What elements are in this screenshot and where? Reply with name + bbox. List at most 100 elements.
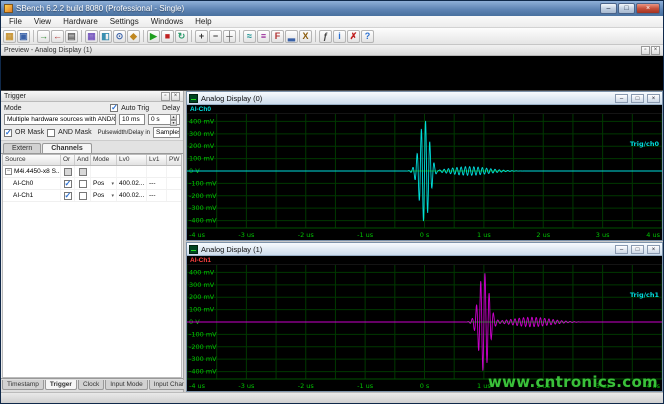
tab-extern[interactable]: Extern: [3, 143, 41, 153]
tab-timestamp[interactable]: Timestamp: [2, 380, 44, 390]
trigger-mode-select[interactable]: Multiple hardware sources with AND/OR ▾: [4, 114, 116, 125]
save-project-icon[interactable]: ▣: [17, 30, 30, 43]
menu-windows[interactable]: Windows: [145, 17, 189, 26]
col-pw[interactable]: PW: [167, 155, 181, 165]
and-mask-label: AND Mask: [58, 129, 91, 136]
plot-area-ch0[interactable]: 400 mV300 mV200 mV100 mV0 V-100 mV-200 m…: [187, 114, 662, 240]
col-mode[interactable]: Mode: [91, 155, 117, 165]
col-lv1[interactable]: Lv1: [147, 155, 167, 165]
spin-down-icon[interactable]: ▾: [170, 120, 177, 126]
and-checkbox[interactable]: [79, 192, 87, 200]
and-mask-checkbox[interactable]: [47, 129, 55, 137]
group-and-checkbox[interactable]: [79, 168, 87, 176]
analog-display-icon[interactable]: ≈: [243, 30, 256, 43]
delay-field[interactable]: 0 s ▴ ▾: [148, 114, 180, 125]
channel-label[interactable]: AI-Ch0: [190, 106, 211, 113]
pulsewidth-label: Pulsewidth/Delay in: [98, 130, 150, 136]
svg-text:-200 mV: -200 mV: [189, 343, 217, 351]
channel-label[interactable]: AI-Ch1: [190, 257, 211, 264]
stop-acquisition-icon[interactable]: ■: [161, 30, 174, 43]
display-close-button[interactable]: ×: [647, 94, 660, 103]
zoom-in-icon[interactable]: +: [195, 30, 208, 43]
tab-input-mode[interactable]: Input Mode: [105, 380, 148, 390]
display-close-button[interactable]: ×: [647, 245, 660, 254]
restart-acquisition-icon[interactable]: ↻: [175, 30, 188, 43]
export-data-icon[interactable]: ←: [51, 30, 64, 43]
menu-hardware[interactable]: Hardware: [57, 17, 104, 26]
function-calc-icon[interactable]: ƒ: [319, 30, 332, 43]
display-minimize-button[interactable]: –: [615, 245, 628, 254]
start-acquisition-icon[interactable]: ▶: [147, 30, 160, 43]
zoom-out-icon[interactable]: −: [209, 30, 222, 43]
tab-channels[interactable]: Channels: [42, 143, 92, 153]
info-icon[interactable]: i: [333, 30, 346, 43]
or-checkbox[interactable]: [64, 180, 72, 188]
auto-trig-checkbox[interactable]: [110, 104, 118, 112]
panel-close-icon[interactable]: ×: [171, 92, 180, 101]
col-source[interactable]: Source: [3, 155, 61, 165]
fft-display-icon[interactable]: F: [271, 30, 284, 43]
crosshair-cursor-icon[interactable]: ┼: [223, 30, 236, 43]
chevron-down-icon[interactable]: ▾: [111, 181, 114, 187]
print-icon[interactable]: ▤: [65, 30, 78, 43]
tab-clock[interactable]: Clock: [78, 380, 104, 390]
help-icon[interactable]: ?: [361, 30, 374, 43]
display-minimize-button[interactable]: –: [615, 94, 628, 103]
trigger-mode-value: Multiple hardware sources with AND/OR: [7, 116, 116, 123]
tree-collapse-icon[interactable]: −: [5, 168, 12, 175]
table-row[interactable]: AI-Ch1 Pos ▾ 400.02... ---: [3, 190, 181, 202]
col-or[interactable]: Or: [61, 155, 75, 165]
table-row-group[interactable]: − M4i.4450-x8 S...: [3, 166, 181, 178]
input-mode-icon[interactable]: ◧: [99, 30, 112, 43]
autotrig-timeout-field[interactable]: 10 ms: [119, 114, 145, 125]
tab-trigger[interactable]: Trigger: [45, 380, 77, 390]
mode-value[interactable]: Pos: [93, 180, 104, 187]
menu-settings[interactable]: Settings: [104, 17, 145, 26]
menu-view[interactable]: View: [28, 17, 57, 26]
svg-text:-300 mV: -300 mV: [189, 204, 217, 212]
import-data-icon[interactable]: →: [37, 30, 50, 43]
histogram-display-icon[interactable]: ▂: [285, 30, 298, 43]
and-checkbox[interactable]: [79, 180, 87, 188]
chevron-down-icon[interactable]: ▾: [111, 193, 114, 199]
preview-float-icon[interactable]: ▫: [641, 46, 650, 55]
display-maximize-button[interactable]: □: [631, 245, 644, 254]
group-or-checkbox[interactable]: [64, 168, 72, 176]
or-mask-checkbox[interactable]: [4, 129, 12, 137]
svg-text:-3 us: -3 us: [238, 382, 255, 390]
delay-spinner[interactable]: ▴ ▾: [170, 114, 177, 126]
col-lv0[interactable]: Lv0: [117, 155, 147, 165]
menu-help[interactable]: Help: [189, 17, 217, 26]
lv1-value[interactable]: ---: [149, 180, 156, 187]
pulsewidth-unit-value: Samples: [156, 129, 180, 136]
menu-file[interactable]: File: [3, 17, 28, 26]
hardware-setup-icon[interactable]: ▦: [85, 30, 98, 43]
preview-canvas[interactable]: [1, 56, 663, 91]
close-button[interactable]: ×: [636, 3, 660, 14]
lv0-value[interactable]: 400.02...: [119, 192, 144, 199]
titlebar[interactable]: SBench 6.2.2 build 8080 (Professional - …: [1, 1, 663, 16]
open-project-icon[interactable]: ▦: [3, 30, 16, 43]
pulsewidth-unit-select[interactable]: Samples ▾: [153, 127, 180, 138]
digital-display-icon[interactable]: ≡: [257, 30, 270, 43]
table-row[interactable]: AI-Ch0 Pos ▾ 400.02... ---: [3, 178, 181, 190]
trigger-panel-header[interactable]: Trigger ▫ ×: [1, 91, 183, 102]
display-area: Analog Display (0) – □ × AI-Ch0 400 mV30…: [186, 91, 663, 392]
clock-setup-icon[interactable]: ⊙: [113, 30, 126, 43]
trigger-setup-icon[interactable]: ◆: [127, 30, 140, 43]
minimize-button[interactable]: –: [600, 3, 617, 14]
preview-close-icon[interactable]: ×: [651, 46, 660, 55]
col-and[interactable]: And: [75, 155, 91, 165]
lv0-value[interactable]: 400.02...: [119, 180, 144, 187]
mode-value[interactable]: Pos: [93, 192, 104, 199]
display-titlebar[interactable]: Analog Display (1) – □ ×: [187, 243, 662, 256]
display-titlebar[interactable]: Analog Display (0) – □ ×: [187, 92, 662, 105]
lv1-value[interactable]: ---: [149, 192, 156, 199]
xy-display-icon[interactable]: X: [299, 30, 312, 43]
panel-float-icon[interactable]: ▫: [161, 92, 170, 101]
display-maximize-button[interactable]: □: [631, 94, 644, 103]
maximize-button[interactable]: □: [618, 3, 635, 14]
or-checkbox[interactable]: [64, 192, 72, 200]
delete-display-icon[interactable]: ✗: [347, 30, 360, 43]
svg-text:-100 mV: -100 mV: [189, 330, 217, 338]
